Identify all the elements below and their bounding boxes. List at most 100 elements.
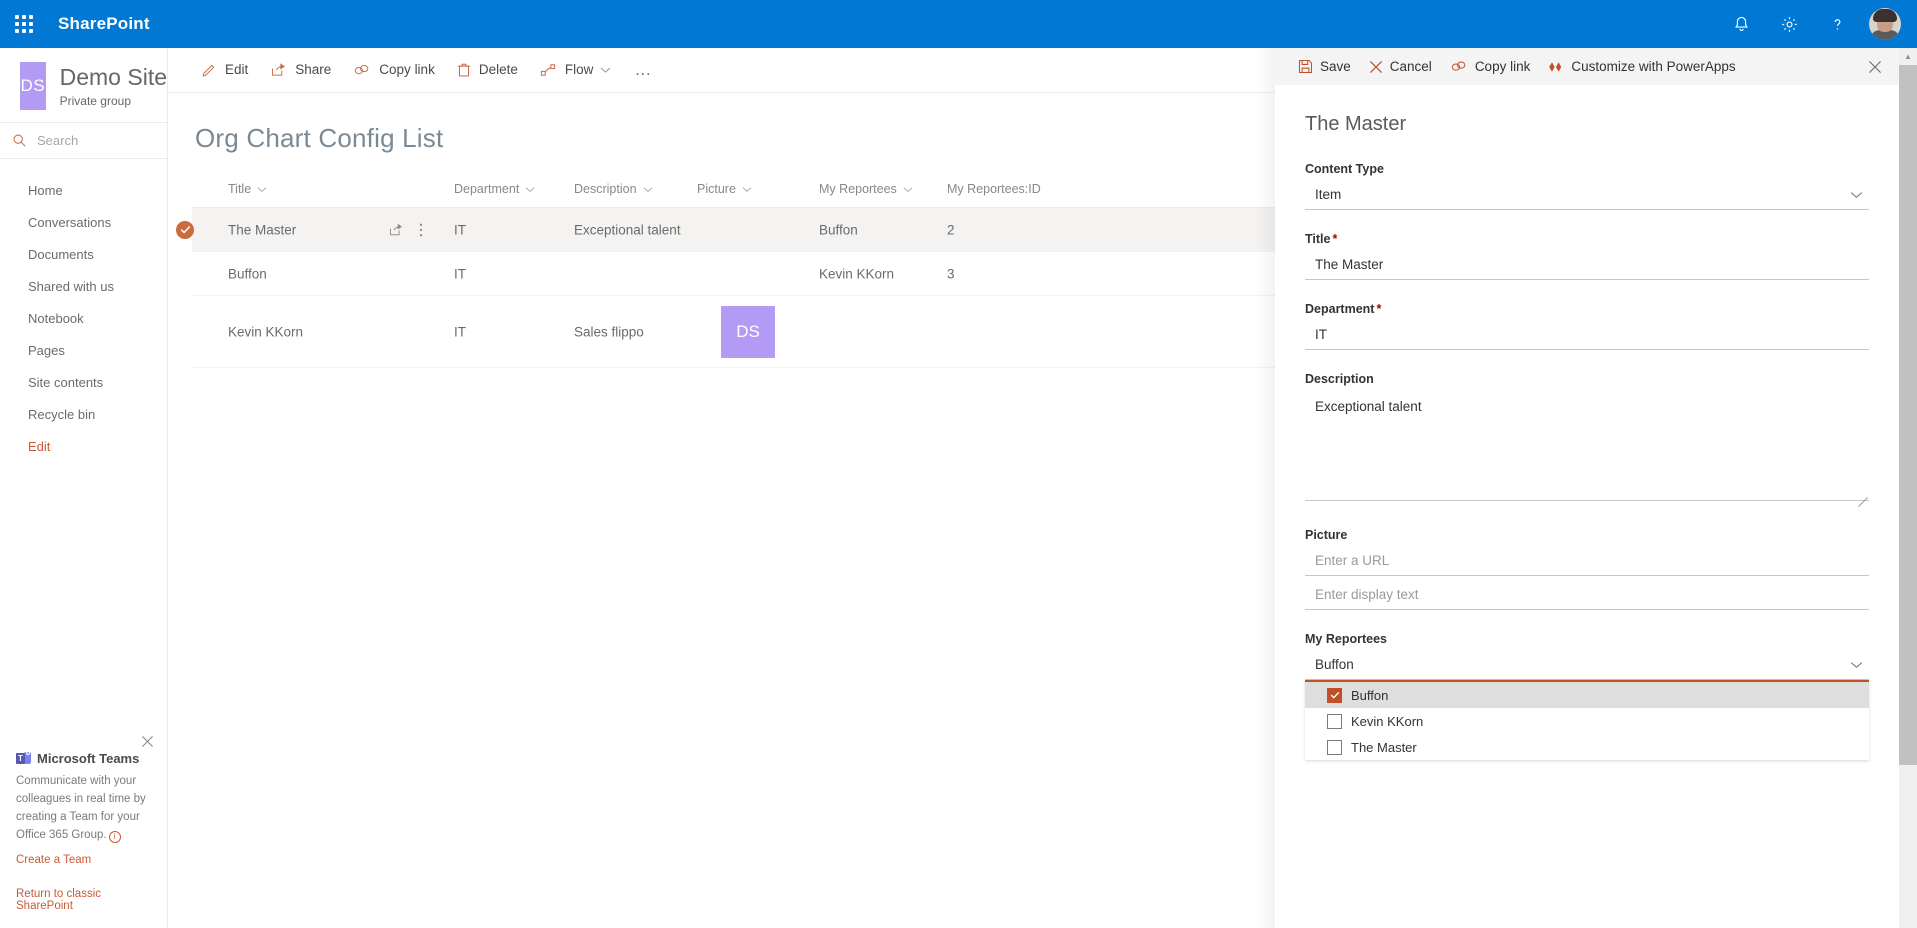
field-picture: Picture (1305, 528, 1869, 610)
cell-department: IT (454, 324, 466, 339)
sidebar-item-notebook[interactable]: Notebook (0, 303, 167, 335)
column-header-my-reportees-label: My Reportees (819, 182, 897, 196)
picture-field-label: Picture (1305, 528, 1348, 542)
info-icon[interactable]: i (108, 831, 121, 843)
sidebar-item-documents[interactable]: Documents (0, 239, 167, 271)
save-floppy-icon (1298, 59, 1313, 74)
customize-with-powerapps-button[interactable]: Customize with PowerApps (1539, 48, 1744, 85)
panel-command-bar: Save Cancel Copy link Customize with Pow… (1275, 48, 1899, 85)
department-field-label: Department * (1305, 302, 1869, 316)
required-asterisk: * (1376, 302, 1382, 316)
sidebar-item-site-contents[interactable]: Site contents (0, 367, 167, 399)
checkbox-checked-icon[interactable] (1327, 687, 1342, 703)
column-header-description[interactable]: Description (574, 182, 653, 196)
cell-title[interactable]: Kevin KKorn (228, 324, 303, 339)
browser-scrollbar[interactable]: ▲ (1899, 48, 1917, 928)
department-input[interactable] (1305, 323, 1869, 350)
column-header-my-reportees[interactable]: My Reportees (819, 182, 913, 196)
search-input[interactable]: Search (0, 122, 167, 159)
item-details-panel: Save Cancel Copy link Customize with Pow… (1275, 48, 1899, 928)
column-header-department[interactable]: Department (454, 182, 535, 196)
column-header-my-reportees-id[interactable]: My Reportees:ID (947, 182, 1041, 196)
picture-url-input[interactable] (1305, 549, 1869, 576)
save-label: Save (1320, 59, 1351, 74)
sidebar-item-shared-with-us[interactable]: Shared with us (0, 271, 167, 303)
close-x-icon (1369, 60, 1383, 74)
panel-copy-link-label: Copy link (1474, 59, 1531, 74)
pencil-icon (201, 62, 217, 78)
column-header-title-label: Title (228, 182, 252, 196)
avatar[interactable] (1861, 0, 1909, 48)
chevron-down-icon (600, 66, 611, 74)
content-type-label: Content Type (1305, 162, 1384, 176)
chevron-down-icon (643, 186, 653, 193)
scrollbar-up-arrow-icon[interactable]: ▲ (1899, 48, 1917, 65)
chevron-down-icon (1850, 191, 1863, 199)
dropdown-option-label: Kevin KKorn (1351, 713, 1424, 729)
share-icon[interactable] (388, 222, 404, 237)
copy-link-label: Copy link (379, 62, 435, 77)
site-subtitle: Private group (59, 94, 131, 108)
share-button[interactable]: Share (259, 48, 342, 93)
delete-button[interactable]: Delete (446, 48, 529, 93)
flow-icon (540, 62, 557, 78)
row-selected-checkmark-icon[interactable] (176, 220, 194, 239)
cell-title[interactable]: The Master (228, 222, 296, 237)
title-input[interactable] (1305, 253, 1869, 280)
sidebar-item-pages[interactable]: Pages (0, 335, 167, 367)
more-vertical-icon[interactable] (419, 222, 423, 237)
app-launcher-waffle-icon[interactable] (0, 0, 48, 48)
column-header-title[interactable]: Title (228, 182, 267, 196)
close-icon[interactable] (1861, 48, 1889, 85)
settings-gear-icon[interactable] (1765, 0, 1813, 48)
create-a-team-link[interactable]: Create a Team (16, 854, 151, 866)
save-button[interactable]: Save (1289, 48, 1360, 85)
left-navigation: DS Demo Site Private group Search Home C… (0, 48, 168, 928)
suite-brand-label[interactable]: SharePoint (58, 14, 150, 34)
dropdown-option-buffon[interactable]: Buffon (1305, 682, 1869, 708)
sidebar-item-conversations[interactable]: Conversations (0, 207, 167, 239)
sidebar-item-recycle-bin[interactable]: Recycle bin (0, 399, 167, 431)
dropdown-option-label: Buffon (1351, 687, 1389, 703)
suite-bar-actions (1717, 0, 1909, 48)
cancel-button[interactable]: Cancel (1360, 48, 1441, 85)
panel-copy-link-button[interactable]: Copy link (1441, 48, 1540, 85)
my-reportees-value: Buffon (1315, 657, 1354, 672)
chevron-down-icon (525, 186, 535, 193)
column-header-my-reportees-id-label: My Reportees:ID (947, 182, 1041, 196)
my-reportees-select[interactable]: Buffon (1305, 653, 1869, 680)
dropdown-option-kevin-kkorn[interactable]: Kevin KKorn (1305, 708, 1869, 734)
description-textarea[interactable]: Exceptional talent (1305, 393, 1869, 501)
cell-title[interactable]: Buffon (228, 266, 267, 281)
help-question-icon[interactable] (1813, 0, 1861, 48)
flow-button[interactable]: Flow (529, 48, 623, 93)
edit-button[interactable]: Edit (190, 48, 259, 93)
picture-display-text-input[interactable] (1305, 583, 1869, 610)
column-header-description-label: Description (574, 182, 637, 196)
checkbox-unchecked-icon[interactable] (1327, 739, 1342, 755)
more-commands-button[interactable]: … (622, 48, 665, 93)
scrollbar-thumb[interactable] (1899, 65, 1917, 765)
chevron-down-icon (257, 186, 267, 193)
chevron-down-icon (903, 186, 913, 193)
waffle-grid (15, 15, 33, 33)
cancel-label: Cancel (1389, 59, 1432, 74)
sidebar-item-edit[interactable]: Edit (0, 431, 167, 463)
site-title[interactable]: Demo Site (60, 64, 167, 90)
checkbox-unchecked-icon[interactable] (1327, 713, 1342, 729)
column-header-picture[interactable]: Picture (697, 182, 752, 196)
notifications-bell-icon[interactable] (1717, 0, 1765, 48)
sidebar-item-home[interactable]: Home (0, 175, 167, 207)
content-type-select[interactable]: Item (1305, 183, 1869, 210)
cell-picture-thumbnail[interactable]: DS (721, 305, 775, 358)
copy-link-button[interactable]: Copy link (342, 48, 446, 93)
return-to-classic-sharepoint-link[interactable]: Return to classic SharePoint (16, 888, 151, 912)
required-asterisk: * (1332, 232, 1338, 246)
flow-label: Flow (564, 62, 594, 77)
cell-my-reportees-id: 2 (947, 222, 955, 237)
dropdown-option-the-master[interactable]: The Master (1305, 734, 1869, 760)
close-icon[interactable] (137, 731, 157, 751)
teams-promo-description: Communicate with your colleagues in real… (16, 772, 151, 844)
content-type-value: Item (1315, 187, 1342, 202)
nav-list: Home Conversations Documents Shared with… (0, 159, 167, 463)
